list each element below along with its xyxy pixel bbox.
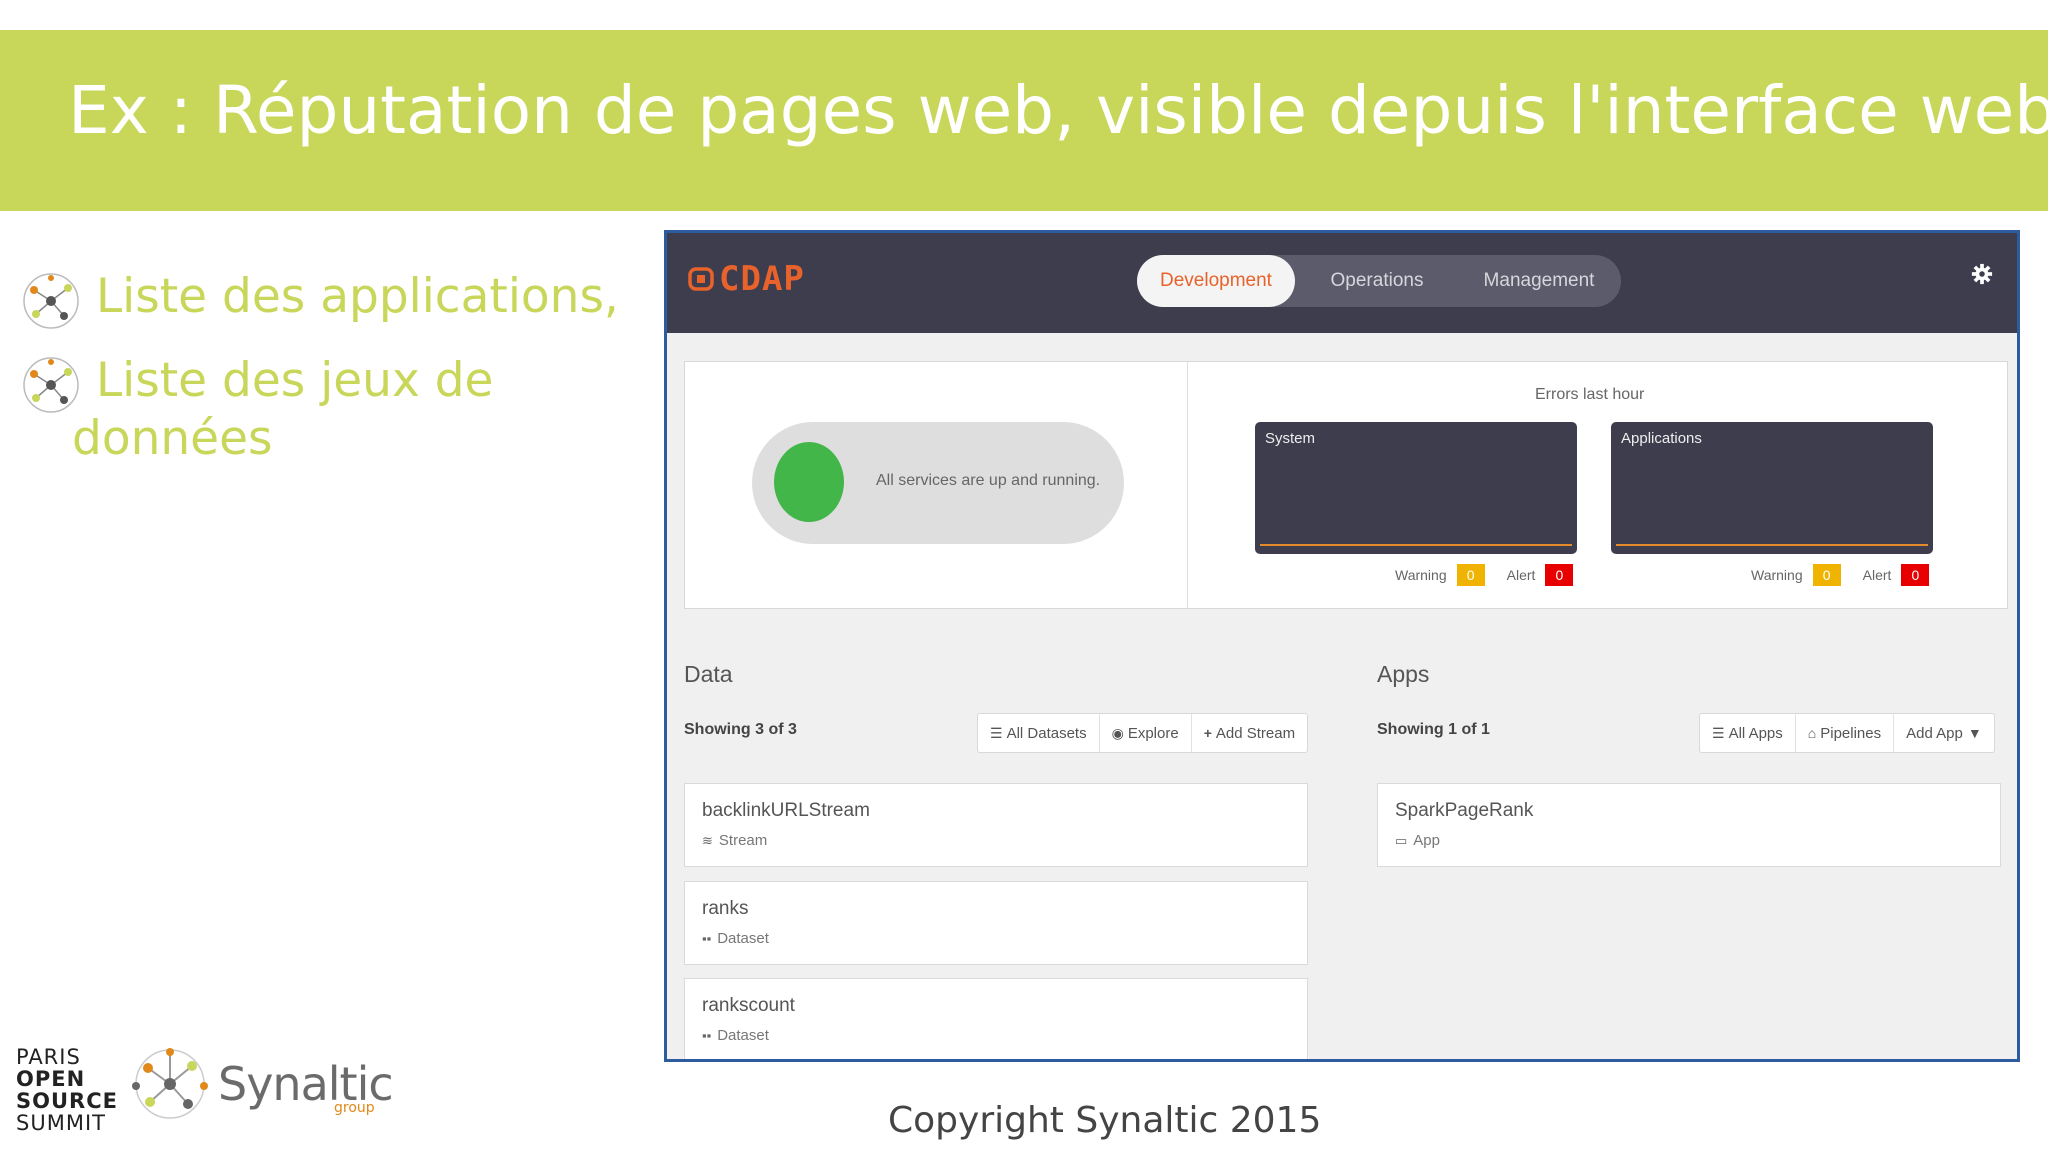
item-name: SparkPageRank bbox=[1395, 800, 1534, 821]
pipeline-icon: ⌂ bbox=[1807, 725, 1817, 741]
network-bullet-icon bbox=[23, 357, 79, 413]
all-apps-button[interactable]: ☰ All Apps bbox=[1700, 714, 1796, 752]
bullet-item-datasets: Liste des jeux de bbox=[20, 354, 493, 416]
system-errors-label: System bbox=[1265, 430, 1316, 447]
tab-development[interactable]: Development bbox=[1137, 255, 1295, 307]
network-bullet-icon bbox=[23, 273, 79, 329]
plus-icon: + bbox=[1203, 725, 1212, 741]
all-datasets-button[interactable]: ☰ All Datasets bbox=[978, 714, 1100, 752]
bullet-text: Liste des jeux de bbox=[96, 353, 494, 408]
data-section-title: Data bbox=[684, 661, 733, 687]
list-icon: ☰ bbox=[990, 724, 1003, 741]
gear-icon[interactable] bbox=[1971, 263, 1993, 285]
warning-count-badge: 0 bbox=[1812, 564, 1841, 586]
alert-label: Alert bbox=[1506, 567, 1536, 583]
nav-tabs: Development Operations Management bbox=[1137, 255, 1621, 307]
cdap-logo-icon bbox=[688, 267, 714, 291]
status-panel: All services are up and running. Errors … bbox=[684, 361, 2008, 609]
app-icon: ▭ bbox=[1395, 832, 1408, 848]
tab-operations[interactable]: Operations bbox=[1295, 255, 1459, 307]
alert-label: Alert bbox=[1862, 567, 1892, 583]
cdap-logo-text: CDAP bbox=[719, 259, 805, 299]
services-status-text: All services are up and running. bbox=[876, 472, 1101, 489]
synaltic-group-label: group bbox=[334, 1100, 375, 1116]
pipelines-button[interactable]: ⌂ Pipelines bbox=[1796, 714, 1895, 752]
data-showing-count: Showing 3 of 3 bbox=[684, 721, 797, 738]
tab-management[interactable]: Management bbox=[1459, 255, 1619, 307]
warning-count-badge: 0 bbox=[1456, 564, 1485, 586]
services-status: All services are up and running. bbox=[752, 422, 1124, 544]
copyright-text: Copyright Synaltic 2015 bbox=[888, 1100, 1322, 1141]
applications-errors-chart[interactable]: Applications bbox=[1611, 422, 1933, 554]
data-list-item[interactable]: rankscount ▪▪ Dataset bbox=[684, 978, 1308, 1059]
caret-down-icon: ▼ bbox=[1967, 725, 1982, 741]
divider bbox=[1187, 362, 1188, 608]
dataset-icon: ▪▪ bbox=[702, 931, 712, 946]
explore-button[interactable]: ◉ Explore bbox=[1100, 714, 1192, 752]
item-type: ▪▪ Dataset bbox=[702, 930, 769, 947]
applications-errors-line bbox=[1616, 544, 1928, 546]
add-stream-button[interactable]: + Add Stream bbox=[1192, 714, 1307, 752]
paris-open-source-summit-logo: PARIS OPEN SOURCE SUMMIT bbox=[16, 1045, 118, 1135]
errors-title: Errors last hour bbox=[1535, 386, 1645, 403]
warning-label: Warning bbox=[1751, 567, 1803, 583]
system-errors-legend: Warning 0 Alert 0 bbox=[1395, 564, 1574, 586]
status-ok-indicator bbox=[774, 442, 844, 522]
item-name: rankscount bbox=[702, 995, 795, 1016]
dataset-icon: ▪▪ bbox=[702, 1028, 712, 1043]
bullet-text: Liste des applications, bbox=[96, 269, 619, 324]
item-name: backlinkURLStream bbox=[702, 800, 870, 821]
system-errors-chart[interactable]: System bbox=[1255, 422, 1577, 554]
cdap-logo[interactable]: CDAP bbox=[687, 259, 805, 299]
list-icon: ☰ bbox=[1712, 724, 1725, 741]
system-errors-line bbox=[1260, 544, 1572, 546]
alert-count-badge: 0 bbox=[1545, 564, 1574, 586]
data-list-item[interactable]: backlinkURLStream ≋ Stream bbox=[684, 783, 1308, 867]
cdap-screenshot: CDAP Development Operations Management A… bbox=[664, 230, 2020, 1062]
data-button-group: ☰ All Datasets ◉ Explore + Add Stream bbox=[977, 713, 1309, 753]
item-type: ≋ Stream bbox=[702, 832, 768, 849]
bullet-item-applications: Liste des applications, bbox=[20, 270, 619, 332]
apps-showing-count: Showing 1 of 1 bbox=[1377, 721, 1490, 738]
apps-button-group: ☰ All Apps ⌂ Pipelines Add App ▼ bbox=[1699, 713, 1995, 753]
app-list-item[interactable]: SparkPageRank ▭ App bbox=[1377, 783, 2001, 867]
synaltic-network-icon bbox=[132, 1048, 208, 1119]
warning-label: Warning bbox=[1395, 567, 1447, 583]
add-app-button[interactable]: Add App ▼ bbox=[1894, 714, 1994, 752]
bullet-text-continued: données bbox=[72, 411, 273, 466]
slide-title: Ex : Réputation de pages web, visible de… bbox=[68, 72, 2048, 149]
eye-icon: ◉ bbox=[1111, 724, 1124, 741]
data-list-item[interactable]: ranks ▪▪ Dataset bbox=[684, 881, 1308, 965]
applications-errors-label: Applications bbox=[1621, 430, 1702, 447]
item-type: ▭ App bbox=[1395, 832, 1440, 849]
applications-errors-legend: Warning 0 Alert 0 bbox=[1751, 564, 1930, 586]
item-name: ranks bbox=[702, 898, 749, 919]
alert-count-badge: 0 bbox=[1901, 564, 1930, 586]
item-type: ▪▪ Dataset bbox=[702, 1027, 769, 1044]
top-navbar: CDAP Development Operations Management bbox=[667, 233, 2017, 333]
apps-section-title: Apps bbox=[1377, 661, 1430, 687]
stream-icon: ≋ bbox=[702, 832, 713, 848]
